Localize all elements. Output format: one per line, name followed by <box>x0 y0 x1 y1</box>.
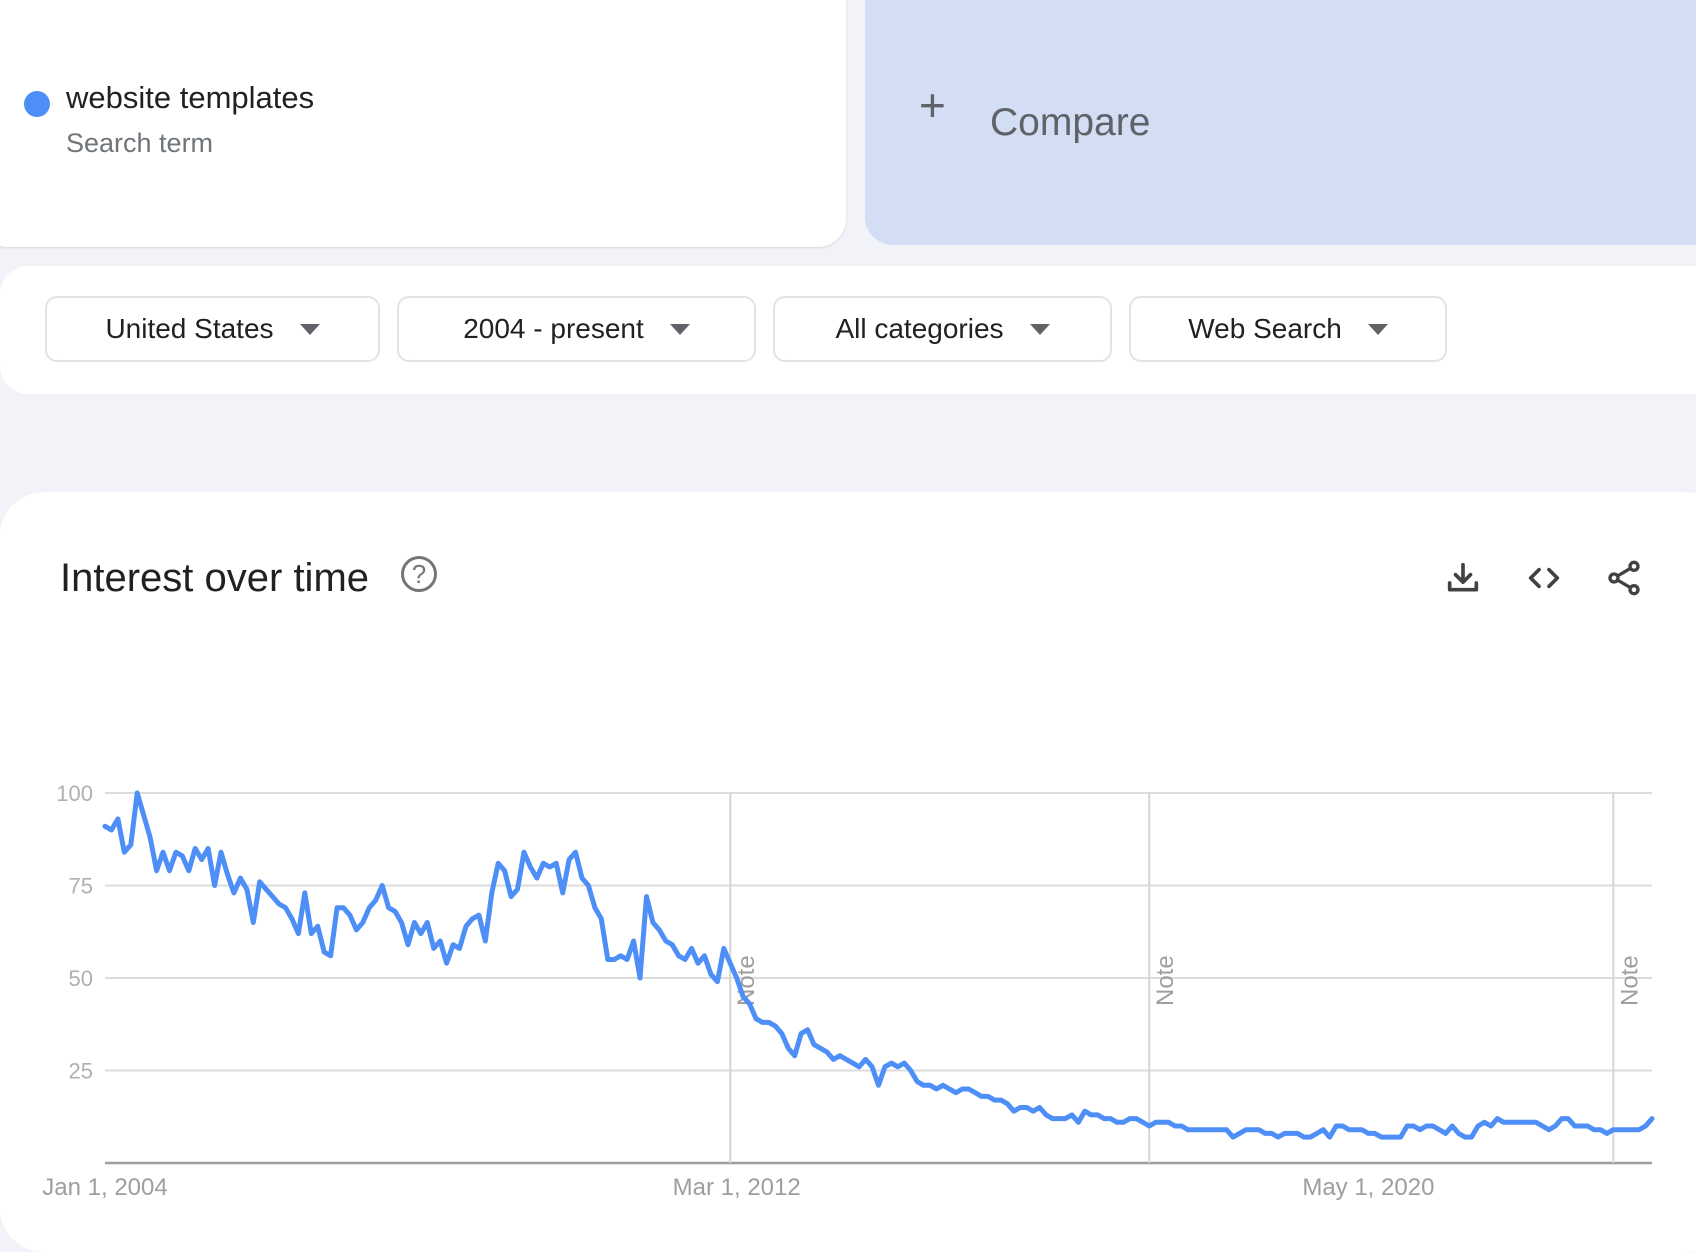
chart-series <box>102 790 1655 1140</box>
compare-button[interactable]: + Compare <box>865 0 1696 245</box>
series-color-dot <box>24 91 50 117</box>
note-label: Note <box>1616 955 1643 1006</box>
filter-category-label: All categories <box>835 313 1004 344</box>
series-line-website-templates <box>102 790 1655 1140</box>
interest-over-time-card: Interest over time ? Note Note Note 25 50 75… <box>0 492 1696 1252</box>
y-tick-label: 75 <box>69 874 93 899</box>
filter-category-dropdown[interactable]: All categories <box>773 296 1112 362</box>
y-axis-ticks: 25 50 75 100 <box>56 781 93 1084</box>
x-tick-label: May 1, 2020 <box>1302 1174 1434 1201</box>
dropdown-arrow-icon <box>299 323 320 335</box>
filter-time-range-label: 2004 - present <box>463 313 644 344</box>
dropdown-arrow-icon <box>1367 323 1388 335</box>
search-term-card[interactable]: website templates Search term <box>0 0 846 247</box>
search-term-name[interactable]: website templates <box>66 80 314 116</box>
plus-icon: + <box>919 79 946 131</box>
compare-label: Compare <box>990 101 1151 144</box>
dropdown-arrow-icon <box>1029 323 1050 335</box>
dropdown-arrow-icon <box>669 323 690 335</box>
interest-chart: Note Note Note 255075100 Jan 1, 2004 Mar 1,… <box>42 781 1655 1201</box>
y-tick-label: 100 <box>56 781 93 806</box>
filter-region-label: United States <box>105 313 274 344</box>
y-tick-label: 50 <box>69 966 93 991</box>
x-tick-label: Mar 1, 2012 <box>673 1174 801 1201</box>
filter-time-range-dropdown[interactable]: 2004 - present <box>397 296 756 362</box>
search-term-type: Search term <box>66 128 214 158</box>
x-axis-ticks: Jan 1, 2004 Mar 1, 2012 May 1, 2020 <box>42 1174 1434 1201</box>
filter-search-type-label: Web Search <box>1188 313 1342 344</box>
chart-grid <box>105 792 1652 1165</box>
filter-bar: United States 2004 - present All categor… <box>0 266 1696 394</box>
x-tick-label: Jan 1, 2004 <box>42 1174 167 1201</box>
note-label: Note <box>1152 955 1179 1006</box>
y-tick-label: 25 <box>69 1059 93 1084</box>
filter-region-dropdown[interactable]: United States <box>45 296 380 362</box>
filter-search-type-dropdown[interactable]: Web Search <box>1129 296 1447 362</box>
